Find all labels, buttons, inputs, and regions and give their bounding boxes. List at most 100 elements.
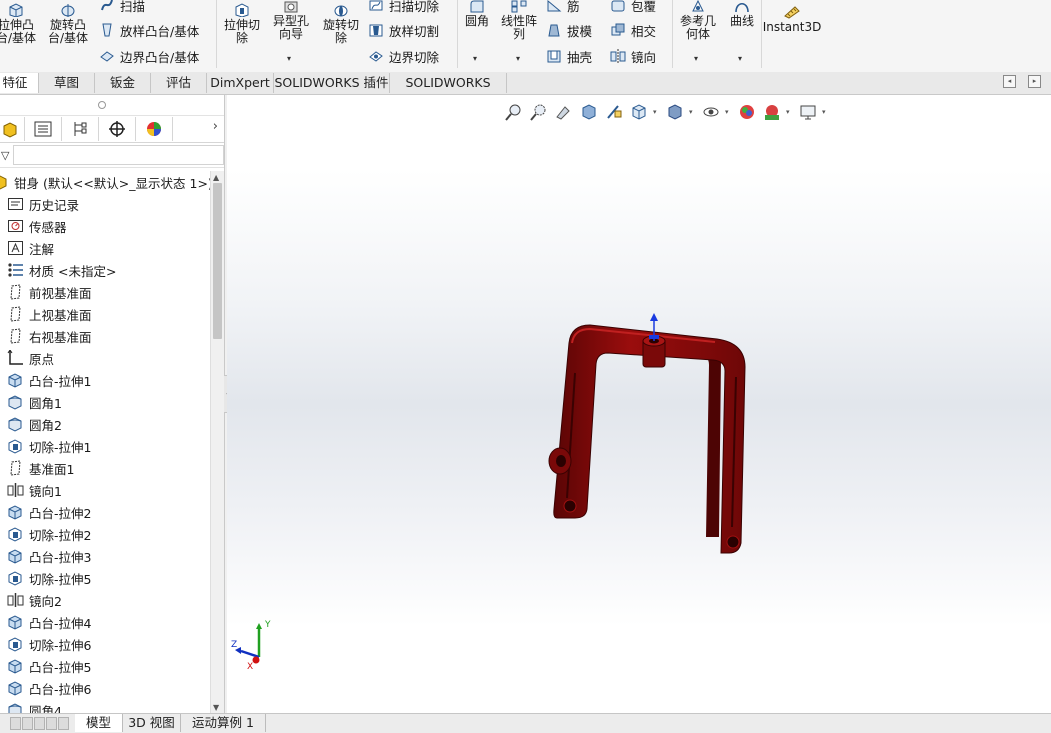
tab-3d-view[interactable]: 3D 视图	[123, 714, 181, 732]
hole-wizard-button[interactable]: 异型孔 向导	[268, 0, 314, 41]
view-settings-icon[interactable]	[797, 102, 819, 122]
curves-button[interactable]: 曲线	[724, 0, 760, 28]
reference-geometry-button[interactable]: 参考几 何体	[676, 0, 720, 41]
next-tab-arrow-icon[interactable]	[34, 717, 45, 730]
tree-node[interactable]: 凸台-拉伸5	[0, 655, 210, 677]
tree-node[interactable]: 切除-拉伸5	[0, 567, 210, 589]
zoom-to-fit-icon[interactable]	[503, 102, 525, 122]
wrap-button[interactable]: 包覆	[610, 0, 656, 15]
hole-wizard-dropdown-icon[interactable]: ▾	[287, 54, 291, 63]
display-style-dropdown-icon[interactable]: ▾	[689, 108, 697, 116]
fillet-button[interactable]: 圆角	[460, 0, 494, 28]
tree-node[interactable]: 前视基准面	[0, 281, 210, 303]
restore-window-icon[interactable]: ◂	[1003, 75, 1016, 88]
tree-node[interactable]: 凸台-拉伸4	[0, 611, 210, 633]
extrude-boss-button[interactable]: 拉伸凸 台/基体	[0, 3, 38, 45]
prev-tab-arrow-icon[interactable]	[22, 717, 33, 730]
dimxpert-manager-tab[interactable]	[99, 117, 136, 141]
tree-node[interactable]: 切除-拉伸2	[0, 523, 210, 545]
tree-node[interactable]: 原点	[0, 347, 210, 369]
tree-root-part[interactable]: 钳身 (默认<<默认>_显示状态 1>)	[0, 171, 213, 193]
configuration-manager-tab[interactable]	[62, 117, 99, 141]
feature-manager-tab[interactable]	[0, 117, 25, 141]
tree-node[interactable]: 镜向2	[0, 589, 210, 611]
first-tab-arrow-icon[interactable]	[10, 717, 21, 730]
rib-button[interactable]: 筋	[546, 0, 580, 15]
revolve-boss-button[interactable]: 旋转凸 台/基体	[44, 3, 92, 45]
tab-sketch[interactable]: 草图	[39, 73, 95, 93]
tree-node[interactable]: 凸台-拉伸2	[0, 501, 210, 523]
graphics-area[interactable]: ▾ ▾ ▾ ▾ ▾ Y Z X	[227, 95, 1051, 713]
tab-model[interactable]: 模型	[75, 714, 123, 732]
scroll-down-icon[interactable]: ▼	[213, 703, 219, 712]
edit-appearance-icon[interactable]	[736, 102, 758, 122]
tree-node[interactable]: 圆角1	[0, 391, 210, 413]
tree-node[interactable]: 切除-拉伸1	[0, 435, 210, 457]
pattern-dropdown-icon[interactable]: ▾	[516, 54, 520, 63]
tree-node[interactable]: 凸台-拉伸3	[0, 545, 210, 567]
tree-node[interactable]: 圆角4	[0, 699, 210, 713]
view-orientation-icon[interactable]	[628, 102, 650, 122]
draft-button[interactable]: 拔模	[546, 20, 592, 40]
tree-node[interactable]: 圆角2	[0, 413, 210, 435]
tree-node[interactable]: 切除-拉伸6	[0, 633, 210, 655]
tree-node[interactable]: 凸台-拉伸6	[0, 677, 210, 699]
tab-motion-study[interactable]: 运动算例 1	[181, 714, 266, 732]
loft-boss-button[interactable]: 放样凸台/基体	[99, 20, 199, 40]
tab-evaluate[interactable]: 评估	[151, 73, 207, 93]
lofted-cut-button[interactable]: 放样切割	[368, 20, 439, 40]
filter-icon[interactable]: ▽	[1, 149, 9, 162]
tab-features[interactable]: 特征	[0, 73, 39, 93]
scrollbar-thumb[interactable]	[213, 183, 222, 339]
tree-node[interactable]: 基准面1	[0, 457, 210, 479]
more-tabs-chevron-icon[interactable]: ›	[213, 119, 218, 134]
mirror-button[interactable]: 镜向	[610, 46, 656, 66]
tree-node[interactable]: 材质 <未指定>	[0, 259, 210, 281]
tab-solidworks-addins[interactable]: SOLIDWORKS 插件	[274, 73, 390, 93]
instant3d-button[interactable]: Instant3D	[763, 5, 821, 34]
filter-input[interactable]	[13, 145, 224, 165]
tab-solidworks-mbd[interactable]: SOLIDWORKS MBD	[390, 73, 507, 110]
tree-node[interactable]: 注解	[0, 237, 210, 259]
hide-show-dropdown-icon[interactable]: ▾	[725, 108, 733, 116]
fillet-dropdown-icon[interactable]: ▾	[473, 54, 477, 63]
part-model-clamp-body[interactable]	[545, 313, 755, 563]
intersect-button[interactable]: 相交	[610, 20, 656, 40]
tree-node[interactable]: 凸台-拉伸1	[0, 369, 210, 391]
dynamic-annotation-icon[interactable]	[603, 102, 625, 122]
tile-window-icon[interactable]: ▸	[1028, 75, 1041, 88]
tree-node[interactable]: 历史记录	[0, 193, 210, 215]
view-orientation-dropdown-icon[interactable]: ▾	[653, 108, 661, 116]
tree-node[interactable]: 右视基准面	[0, 325, 210, 347]
display-style-icon[interactable]	[664, 102, 686, 122]
revolve-cut-button[interactable]: 旋转切 除	[318, 3, 364, 45]
tab-dimxpert[interactable]: DimXpert	[207, 73, 274, 93]
curves-dropdown-icon[interactable]: ▾	[738, 54, 742, 63]
tab-sheet-metal[interactable]: 钣金	[95, 73, 151, 93]
zoom-to-area-icon[interactable]	[528, 102, 550, 122]
panel-grip[interactable]	[0, 95, 224, 116]
display-manager-tab[interactable]	[136, 117, 173, 141]
boundary-cut-button[interactable]: 边界切除	[368, 46, 439, 66]
tab-scroll-arrow-icon[interactable]	[58, 717, 69, 730]
tree-node[interactable]: 上视基准面	[0, 303, 210, 325]
apply-scene-icon[interactable]	[761, 102, 783, 122]
sweep-button[interactable]: 扫描	[99, 0, 145, 15]
scene-dropdown-icon[interactable]: ▾	[786, 108, 794, 116]
swept-cut-button[interactable]: 扫描切除	[368, 0, 439, 15]
tree-node[interactable]: 镜向1	[0, 479, 210, 501]
extrude-cut-button[interactable]: 拉伸切 除	[220, 3, 264, 45]
last-tab-arrow-icon[interactable]	[46, 717, 57, 730]
linear-pattern-button[interactable]: 线性阵 列	[496, 0, 542, 41]
reference-geometry-dropdown-icon[interactable]: ▾	[694, 54, 698, 63]
tree-scrollbar[interactable]: ▲ ▼	[210, 171, 224, 713]
boundary-boss-button[interactable]: 边界凸台/基体	[99, 46, 199, 66]
section-view-icon[interactable]	[578, 102, 600, 122]
hide-show-items-icon[interactable]	[700, 102, 722, 122]
property-manager-tab[interactable]	[25, 117, 62, 141]
shell-button[interactable]: 抽壳	[546, 46, 592, 66]
previous-view-icon[interactable]	[553, 102, 575, 122]
scroll-up-icon[interactable]: ▲	[213, 173, 219, 182]
tree-node[interactable]: 传感器	[0, 215, 210, 237]
view-settings-dropdown-icon[interactable]: ▾	[822, 108, 830, 116]
